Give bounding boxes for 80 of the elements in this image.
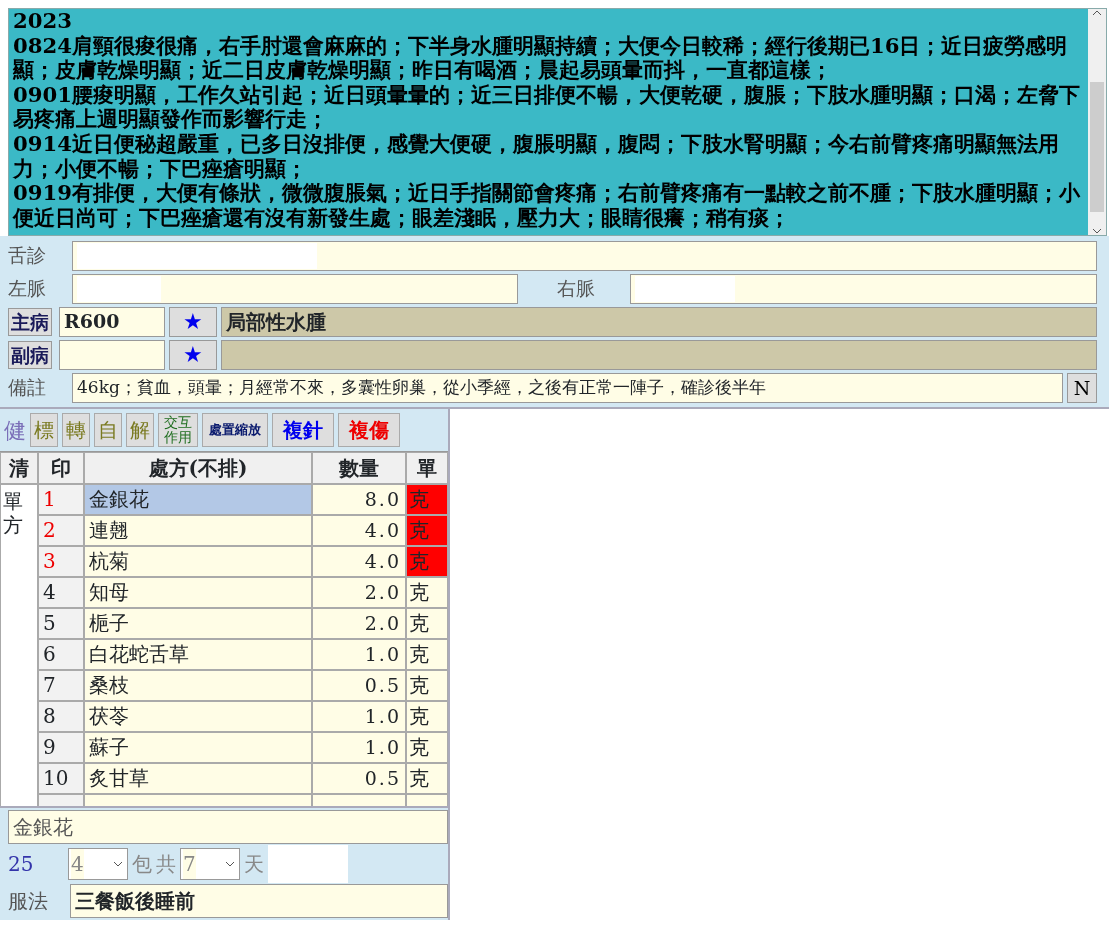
toolbar-button[interactable]: 轉: [62, 413, 90, 447]
unit-cell[interactable]: 克: [406, 484, 448, 515]
field-label: 服法: [8, 888, 49, 915]
diagnosis-code-field[interactable]: R600: [59, 306, 165, 337]
unit-cell[interactable]: 克: [406, 515, 448, 546]
quantity-cell[interactable]: 0.5: [312, 670, 406, 701]
diagnosis-code-field[interactable]: [59, 339, 165, 370]
herb-name-cell[interactable]: 炙甘草: [84, 763, 312, 794]
row-number: 4: [38, 577, 84, 608]
quantity-cell[interactable]: 2.0: [312, 608, 406, 639]
column-header[interactable]: 清: [0, 452, 38, 484]
scrollbar-thumb[interactable]: [1090, 82, 1104, 212]
chevron-down-icon[interactable]: [224, 860, 236, 868]
diagnosis-button[interactable]: 主病: [8, 307, 52, 336]
n-button[interactable]: N: [1067, 372, 1097, 403]
count-label: 25: [8, 851, 35, 878]
quantity-cell[interactable]: 1.0: [312, 732, 406, 763]
left-pulse-field[interactable]: [72, 273, 518, 304]
selected-herb-field[interactable]: 金銀花: [8, 810, 448, 844]
star-button[interactable]: ★: [169, 306, 217, 337]
quantity-cell[interactable]: 4.0: [312, 546, 406, 577]
herb-name-cell[interactable]: 桑枝: [84, 670, 312, 701]
herb-name-cell[interactable]: 梔子: [84, 608, 312, 639]
remark-field[interactable]: 46kg；貧血，頭暈；月經常不來，多囊性卵巢，從小季經，之後有正常一陣子，確診後半年: [72, 372, 1063, 403]
column-header[interactable]: 單: [406, 452, 448, 484]
quantity-cell[interactable]: 8.0: [312, 484, 406, 515]
row-number: 7: [38, 670, 84, 701]
right-pulse-field[interactable]: [630, 273, 1097, 304]
herb-name-cell[interactable]: 杭菊: [84, 546, 312, 577]
field-label: 備註: [8, 375, 47, 401]
unit-cell[interactable]: 克: [406, 670, 448, 701]
row-number: 3: [38, 546, 84, 577]
herb-name-cell[interactable]: 茯苓: [84, 701, 312, 732]
row-number: 5: [38, 608, 84, 639]
scroll-down-icon[interactable]: [1092, 227, 1102, 235]
herb-name-cell[interactable]: 金銀花: [84, 484, 312, 515]
herb-name-cell[interactable]: 知母: [84, 577, 312, 608]
column-header[interactable]: 處方(不排): [84, 452, 312, 484]
column-header[interactable]: 印: [38, 452, 84, 484]
unit-cell[interactable]: 克: [406, 701, 448, 732]
toolbar-button[interactable]: 複針: [272, 413, 334, 447]
diagnosis-name-field[interactable]: 局部性水腫: [221, 306, 1097, 337]
unit-cell[interactable]: 克: [406, 608, 448, 639]
herb-name-cell[interactable]: 連翹: [84, 515, 312, 546]
side-label: 單方: [3, 489, 23, 537]
diagnosis-button[interactable]: 副病: [8, 340, 52, 369]
quantity-cell[interactable]: 4.0: [312, 515, 406, 546]
row-number: 1: [38, 484, 84, 515]
quantity-cell[interactable]: 1.0: [312, 639, 406, 670]
unit-cell[interactable]: 克: [406, 732, 448, 763]
toolbar-button[interactable]: 交互作用: [158, 413, 198, 447]
tongue-field[interactable]: [72, 240, 1097, 271]
star-button[interactable]: ★: [169, 339, 217, 370]
usage-field[interactable]: 三餐飯後睡前: [70, 884, 448, 918]
field-label: 右脈: [556, 276, 596, 302]
diagnosis-name-field[interactable]: [221, 339, 1097, 370]
scroll-up-icon[interactable]: [1092, 9, 1102, 17]
column-header[interactable]: 數量: [312, 452, 406, 484]
field-label: 舌診: [8, 243, 47, 269]
row-number: 9: [38, 732, 84, 763]
unit-cell[interactable]: 克: [406, 577, 448, 608]
unit-cell[interactable]: 克: [406, 763, 448, 794]
row-number: 2: [38, 515, 84, 546]
unit-label: 天: [244, 851, 264, 878]
chevron-down-icon[interactable]: [112, 860, 124, 868]
herb-name-cell[interactable]: 蘇子: [84, 732, 312, 763]
herb-name-cell[interactable]: 白花蛇舌草: [84, 639, 312, 670]
unit-cell[interactable]: 克: [406, 546, 448, 577]
quantity-cell[interactable]: 0.5: [312, 763, 406, 794]
unit-cell[interactable]: 克: [406, 639, 448, 670]
toolbar-button[interactable]: 處置縮放: [202, 413, 268, 447]
toolbar-button[interactable]: 標: [30, 413, 58, 447]
total-label: 共: [156, 851, 176, 878]
quantity-cell[interactable]: 2.0: [312, 577, 406, 608]
unit-label: 包: [132, 851, 152, 878]
field-label: 左脈: [8, 276, 47, 302]
row-number: 6: [38, 639, 84, 670]
row-number: 10: [38, 763, 84, 794]
row-number: 8: [38, 701, 84, 732]
quantity-cell[interactable]: 1.0: [312, 701, 406, 732]
